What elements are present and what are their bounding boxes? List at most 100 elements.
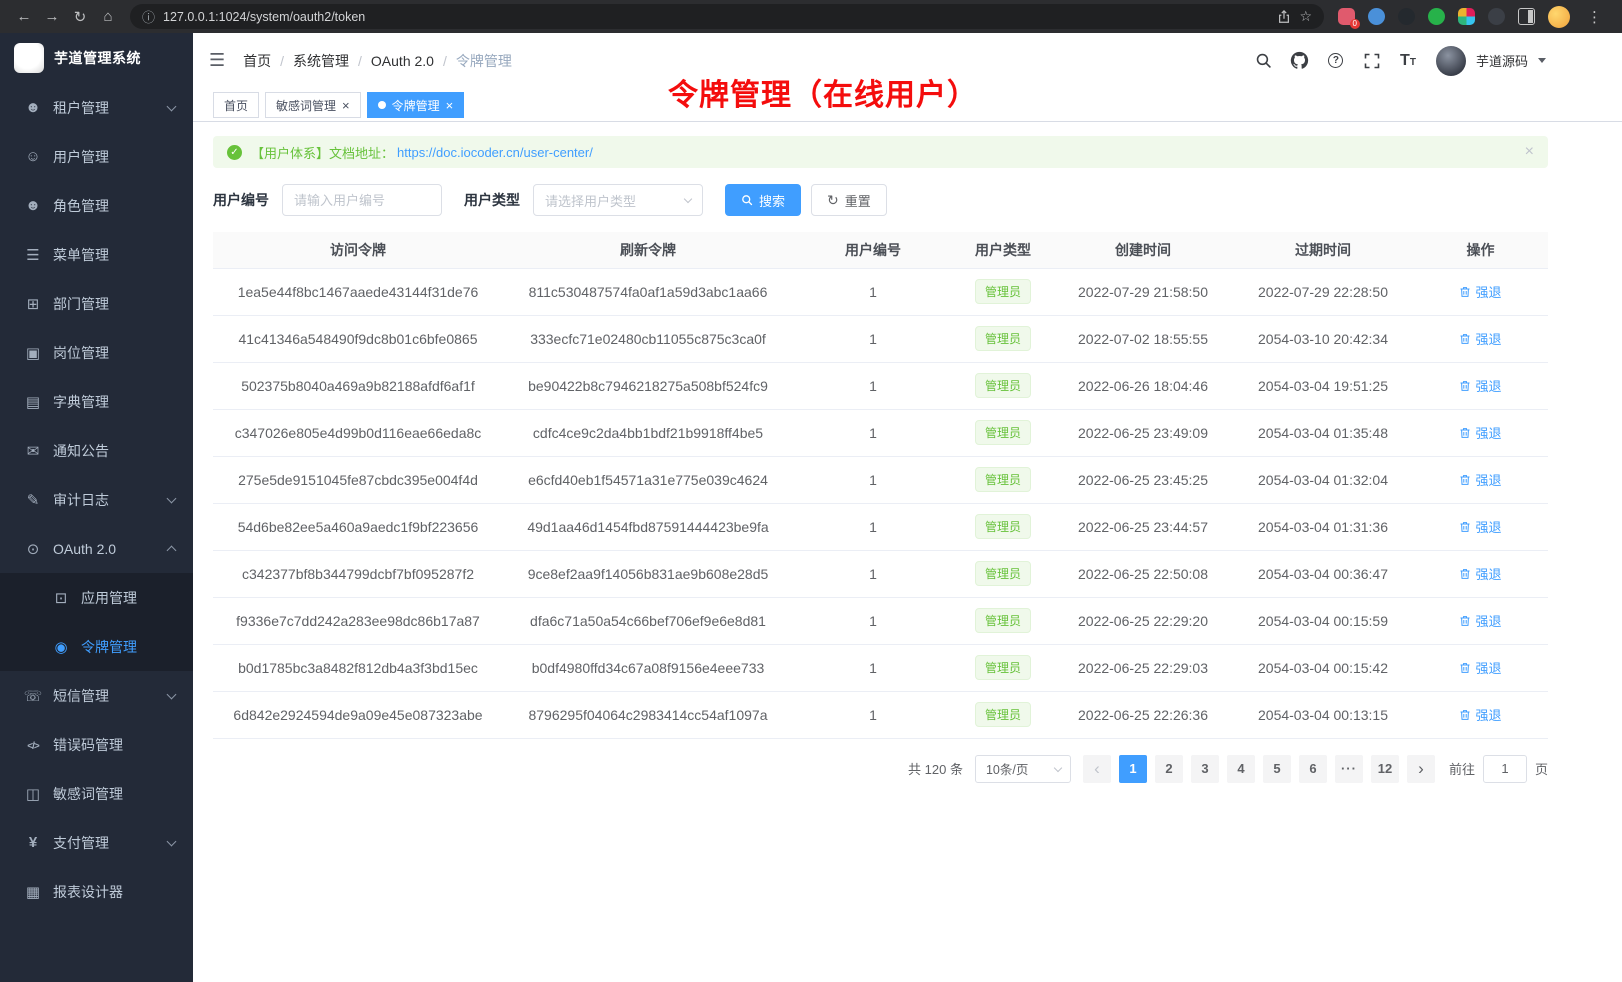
breadcrumb-system[interactable]: 系统管理 xyxy=(293,51,371,71)
sidebar-item[interactable]: 租户管理 xyxy=(0,83,193,132)
force-logout-button[interactable]: 强退 xyxy=(1459,282,1501,301)
create-time-cell: 2022-07-29 21:58:50 xyxy=(1053,268,1233,315)
browser-toolbar: ← → ↻ ⌂ ⓘ 127.0.0.1:1024/system/oauth2/t… xyxy=(0,0,1622,33)
page-number-button[interactable]: 12 xyxy=(1371,755,1399,783)
page-content: 【用户体系】文档地址： https://doc.iocoder.cn/user-… xyxy=(193,122,1622,982)
back-icon[interactable]: ← xyxy=(10,5,38,29)
search-icon[interactable] xyxy=(1254,51,1274,71)
goto-page-input[interactable] xyxy=(1483,755,1527,783)
github-icon[interactable] xyxy=(1290,51,1310,71)
sidebar-item[interactable]: 字典管理 xyxy=(0,377,193,426)
sidebar-item[interactable]: 角色管理 xyxy=(0,181,193,230)
sidebar-item[interactable]: 短信管理 xyxy=(0,671,193,720)
force-logout-button[interactable]: 强退 xyxy=(1459,329,1501,348)
force-logout-button[interactable]: 强退 xyxy=(1459,470,1501,489)
sidebar-item[interactable]: 岗位管理 xyxy=(0,328,193,377)
caret-down-icon[interactable] xyxy=(1538,58,1546,63)
force-logout-button[interactable]: 强退 xyxy=(1459,705,1501,724)
breadcrumb-home[interactable]: 首页 xyxy=(243,51,293,71)
expire-time-cell: 2022-07-29 22:28:50 xyxy=(1233,268,1413,315)
sidebar-item[interactable]: 令牌管理 xyxy=(0,622,193,671)
user-id-input[interactable] xyxy=(282,184,442,216)
alert-close-icon[interactable]: × xyxy=(1525,144,1534,160)
page-number-button[interactable]: 3 xyxy=(1191,755,1219,783)
font-size-icon[interactable] xyxy=(1398,51,1418,71)
user-type-select[interactable]: 请选择用户类型 xyxy=(533,184,703,216)
multicolor-extension-icon[interactable] xyxy=(1458,8,1475,25)
sidebar-item[interactable]: 通知公告 xyxy=(0,426,193,475)
search-form: 用户编号 用户类型 请选择用户类型 搜索 重置 xyxy=(213,184,1548,216)
page-number-button[interactable]: 1 xyxy=(1119,755,1147,783)
page-size-select[interactable]: 10条/页 xyxy=(975,755,1071,783)
access-token-cell: 6d842e2924594de9a09e45e087323abe xyxy=(213,691,503,738)
post-icon xyxy=(22,344,44,362)
create-time-cell: 2022-06-26 18:04:46 xyxy=(1053,362,1233,409)
close-icon[interactable]: × xyxy=(342,99,350,112)
bookmark-star-icon[interactable]: ☆ xyxy=(1299,8,1312,25)
force-logout-button[interactable]: 强退 xyxy=(1459,423,1501,442)
create-time-cell: 2022-06-25 22:26:36 xyxy=(1053,691,1233,738)
page-number-button[interactable]: 2 xyxy=(1155,755,1183,783)
page-number-button[interactable]: ··· xyxy=(1335,755,1363,783)
blue-extension-icon[interactable] xyxy=(1368,8,1385,25)
search-button[interactable]: 搜索 xyxy=(725,184,801,216)
create-time-cell: 2022-06-25 22:29:03 xyxy=(1053,644,1233,691)
view-tab[interactable]: 首页 × xyxy=(213,92,259,118)
access-token-cell: 502375b8040a469a9b82188afdf6af1f xyxy=(213,362,503,409)
access-token-cell: f9336e7c7dd242a283ee98dc86b17a87 xyxy=(213,597,503,644)
breadcrumb-oauth[interactable]: OAuth 2.0 xyxy=(371,53,456,69)
user-type-badge: 管理员 xyxy=(975,655,1031,680)
site-info-icon[interactable]: ⓘ xyxy=(142,7,155,26)
dark-extension-icon[interactable] xyxy=(1398,8,1415,25)
sidebar-item[interactable]: 错误码管理 xyxy=(0,720,193,769)
page-number-button[interactable]: 4 xyxy=(1227,755,1255,783)
fullscreen-icon[interactable] xyxy=(1362,51,1382,71)
browser-profile-avatar[interactable] xyxy=(1548,6,1570,28)
table-row: c347026e805e4d99b0d116eae66eda8c cdfc4ce… xyxy=(213,409,1548,456)
username[interactable]: 芋道源码 xyxy=(1476,51,1528,70)
sidebar-item[interactable]: OAuth 2.0 xyxy=(0,524,193,573)
access-token-cell: 54d6be82ee5a460a9aedc1f9bf223656 xyxy=(213,503,503,550)
view-tab[interactable]: 敏感词管理 × xyxy=(265,92,361,118)
tenant-icon xyxy=(22,99,44,116)
sidebar-item[interactable]: 敏感词管理 xyxy=(0,769,193,818)
gray-extension-icon[interactable] xyxy=(1488,8,1505,25)
sidebar-item[interactable]: 应用管理 xyxy=(0,573,193,622)
expire-time-cell: 2054-03-04 01:31:36 xyxy=(1233,503,1413,550)
table-column-header: 用户类型 xyxy=(953,232,1053,268)
home-icon[interactable]: ⌂ xyxy=(94,5,122,29)
sidebar-item[interactable]: 部门管理 xyxy=(0,279,193,328)
sidebar-collapse-icon[interactable]: ☰ xyxy=(209,50,225,71)
sidebar-toggle-icon[interactable] xyxy=(1518,8,1535,25)
force-logout-button[interactable]: 强退 xyxy=(1459,658,1501,677)
force-logout-button[interactable]: 强退 xyxy=(1459,564,1501,583)
doc-link[interactable]: https://doc.iocoder.cn/user-center/ xyxy=(397,145,593,160)
pink-extension-icon[interactable]: 0 xyxy=(1338,8,1355,25)
help-icon[interactable] xyxy=(1326,51,1346,71)
browser-menu-icon[interactable]: ⋮ xyxy=(1583,8,1606,26)
sidebar-item[interactable]: 菜单管理 xyxy=(0,230,193,279)
sidebar-item[interactable]: 用户管理 xyxy=(0,132,193,181)
forward-icon[interactable]: → xyxy=(38,5,66,29)
next-page-button[interactable] xyxy=(1407,755,1435,783)
table-column-header: 操作 xyxy=(1413,232,1548,268)
force-logout-button[interactable]: 强退 xyxy=(1459,376,1501,395)
view-tab[interactable]: 令牌管理 × xyxy=(367,92,465,118)
page-number-button[interactable]: 5 xyxy=(1263,755,1291,783)
address-bar[interactable]: ⓘ 127.0.0.1:1024/system/oauth2/token ☆ xyxy=(130,4,1324,29)
sidebar-item[interactable]: 报表设计器 xyxy=(0,867,193,916)
force-logout-button[interactable]: 强退 xyxy=(1459,611,1501,630)
app-logo[interactable]: 芋道管理系统 xyxy=(0,33,193,83)
sidebar-item[interactable]: 支付管理 xyxy=(0,818,193,867)
close-icon[interactable]: × xyxy=(446,99,454,112)
user-avatar[interactable] xyxy=(1436,46,1466,76)
force-logout-button[interactable]: 强退 xyxy=(1459,517,1501,536)
sidebar-item[interactable]: 审计日志 xyxy=(0,475,193,524)
share-icon[interactable] xyxy=(1277,10,1291,24)
refresh-icon[interactable]: ↻ xyxy=(66,5,94,29)
app-title: 芋道管理系统 xyxy=(54,48,141,68)
reset-button[interactable]: 重置 xyxy=(811,184,887,216)
prev-page-button[interactable] xyxy=(1083,755,1111,783)
green-extension-icon[interactable] xyxy=(1428,8,1445,25)
page-number-button[interactable]: 6 xyxy=(1299,755,1327,783)
